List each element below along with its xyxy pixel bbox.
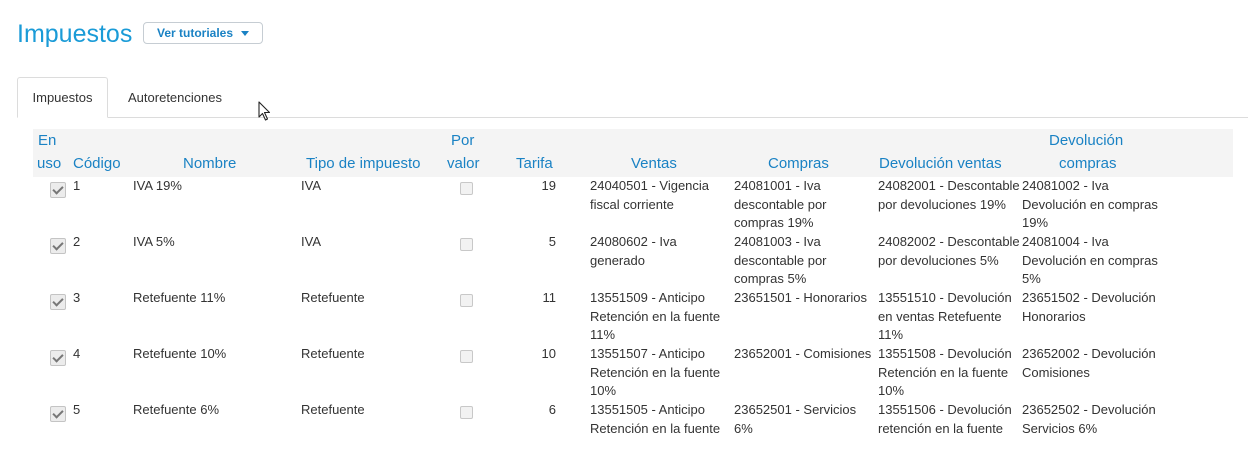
page-title: Impuestos <box>17 20 133 48</box>
por-valor-checkbox[interactable] <box>460 294 473 307</box>
tab-label: Impuestos <box>32 90 93 105</box>
col-header-ventas[interactable]: Ventas <box>631 152 677 175</box>
col-header-dev-compras: Devolución <box>1049 132 1124 149</box>
caret-down-icon <box>241 30 250 36</box>
cell-codigo: 4 <box>73 346 81 361</box>
cell-dev-ventas: 13551506 - Devolución retención en la fu… <box>878 402 1012 436</box>
cell-dev-ventas: 13551508 - Devolución Retención en la fu… <box>878 346 1012 398</box>
cell-codigo: 3 <box>73 290 81 305</box>
tutorials-dropdown-button[interactable]: Ver tutoriales <box>143 22 263 44</box>
col-header-por-valor-line2: valor <box>447 155 480 172</box>
en-uso-checkbox[interactable] <box>50 238 66 254</box>
tab-impuestos[interactable]: Impuestos <box>17 77 108 118</box>
cell-tipo: Retefuente <box>301 402 365 417</box>
cell-ventas: 13551505 - Anticipo Retención en la fuen… <box>590 402 721 436</box>
cell-nombre: Retefuente 11% <box>133 290 226 305</box>
cell-dev-compras: 24081004 - Iva Devolución en compras 5% <box>1022 234 1158 286</box>
col-header-en-uso: En <box>38 132 57 149</box>
cell-dev-compras: 23651502 - Devolución Honorarios <box>1022 290 1156 324</box>
table-row[interactable]: 1 IVA 19% IVA 19 24040501 - Vigencia fis… <box>33 177 1233 233</box>
cell-tipo: IVA <box>301 178 321 193</box>
cell-dev-ventas: 13551510 - Devolución en ventas Retefuen… <box>878 290 1012 342</box>
cell-ventas: 13551509 - Anticipo Retención en la fuen… <box>590 290 721 342</box>
col-header-por-valor: Por <box>451 132 475 149</box>
cell-tarifa: 11 <box>542 290 557 305</box>
por-valor-checkbox[interactable] <box>460 238 473 251</box>
en-uso-checkbox[interactable] <box>50 350 66 366</box>
cell-tipo: IVA <box>301 234 321 249</box>
col-header-en-uso-line2: uso <box>37 155 62 172</box>
cell-ventas: 24080602 - Iva generado <box>590 234 677 268</box>
cell-tipo: Retefuente <box>301 290 365 305</box>
cell-codigo: 5 <box>73 402 81 417</box>
mouse-cursor-icon <box>258 101 271 121</box>
cell-dev-compras: 23652002 - Devolución Comisiones <box>1022 346 1156 380</box>
cell-compras: 23652001 - Comisiones <box>734 346 872 361</box>
por-valor-checkbox[interactable] <box>460 182 473 195</box>
cell-tarifa: 19 <box>541 178 556 193</box>
cell-codigo: 2 <box>73 234 81 249</box>
col-header-nombre[interactable]: Nombre <box>183 152 236 175</box>
col-header-dev-ventas[interactable]: Devolución ventas <box>879 152 1002 175</box>
cell-tarifa: 10 <box>541 346 556 361</box>
en-uso-checkbox[interactable] <box>50 406 66 422</box>
cell-nombre: IVA 5% <box>133 234 175 249</box>
cell-ventas: 13551507 - Anticipo Retención en la fuen… <box>590 346 721 398</box>
table-row[interactable]: 4 Retefuente 10% Retefuente 10 13551507 … <box>33 345 1233 401</box>
cell-tipo: Retefuente <box>301 346 365 361</box>
cell-compras: 23651501 - Honorarios <box>734 290 867 305</box>
cell-dev-ventas: 24082001 - Descontable por devoluciones … <box>878 178 1020 212</box>
cell-compras: 24081001 - Iva descontable por compras 1… <box>734 178 827 230</box>
cell-codigo: 1 <box>73 178 81 193</box>
cell-dev-compras: 24081002 - Iva Devolución en compras 19% <box>1022 178 1158 230</box>
cell-dev-compras: 23652502 - Devolución Servicios 6% <box>1022 402 1156 436</box>
cell-tarifa: 5 <box>548 234 556 249</box>
por-valor-checkbox[interactable] <box>460 406 473 419</box>
col-header-codigo[interactable]: Código <box>73 152 121 175</box>
cell-nombre: Retefuente 6% <box>133 402 220 417</box>
table-row[interactable]: 3 Retefuente 11% Retefuente 11 13551509 … <box>33 289 1233 345</box>
col-header-tipo[interactable]: Tipo de impuesto <box>306 152 421 175</box>
cell-compras: 24081003 - Iva descontable por compras 5… <box>734 234 827 286</box>
col-header-compras[interactable]: Compras <box>768 152 829 175</box>
col-header-dev-compras-line2: compras <box>1059 155 1117 172</box>
cell-tarifa: 6 <box>548 402 556 417</box>
cell-nombre: IVA 19% <box>133 178 182 193</box>
tutorials-label: Ver tutoriales <box>156 26 234 40</box>
cell-nombre: Retefuente 10% <box>133 346 227 361</box>
cell-ventas: 24040501 - Vigencia fiscal corriente <box>590 178 710 212</box>
en-uso-checkbox[interactable] <box>50 182 66 198</box>
en-uso-checkbox[interactable] <box>50 294 66 310</box>
cell-dev-ventas: 24082002 - Descontable por devoluciones … <box>878 234 1020 268</box>
tab-autoretenciones[interactable]: Autoretenciones <box>112 77 238 117</box>
tab-label: Autoretenciones <box>128 89 222 105</box>
tabs-divider <box>17 117 1248 118</box>
cell-compras: 23652501 - Servicios 6% <box>734 402 857 436</box>
table-header: En uso Código Nombre Tipo de impuesto Po… <box>33 129 1233 177</box>
table-row[interactable]: 2 IVA 5% IVA 5 24080602 - Iva generado 2… <box>33 233 1233 289</box>
por-valor-checkbox[interactable] <box>460 350 473 363</box>
col-header-tarifa[interactable]: Tarifa <box>516 152 553 175</box>
table-row[interactable]: 5 Retefuente 6% Retefuente 6 13551505 - … <box>33 401 1233 457</box>
